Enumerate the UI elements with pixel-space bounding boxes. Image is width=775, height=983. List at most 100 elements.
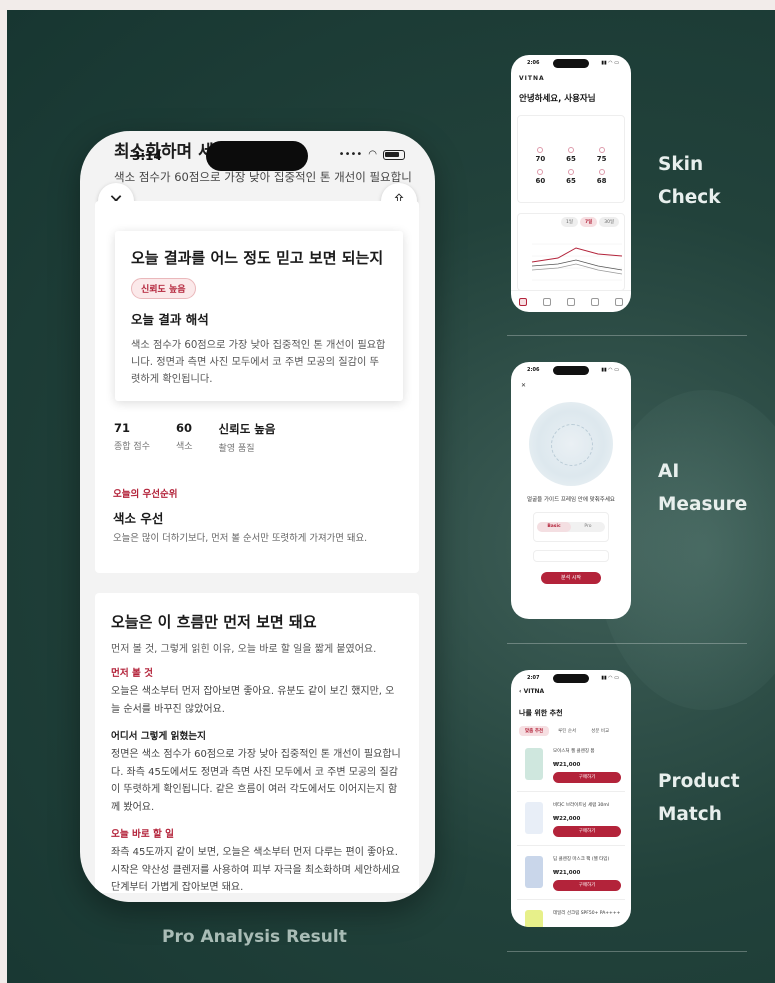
status-time: 3:14: [132, 149, 162, 163]
interpretation-body: 색소 점수가 60점으로 가장 낮아 집중적인 톤 개선이 필요합니다. 정면과…: [131, 340, 386, 385]
label-skin-check: Skin Check: [658, 154, 721, 208]
interpretation-heading: 오늘 결과 해석: [131, 312, 209, 327]
buy-button[interactable]: 구매하기: [553, 772, 621, 783]
mode-basic[interactable]: Basic: [537, 522, 571, 532]
mini-start-button[interactable]: 분석 시작: [541, 572, 601, 584]
product-thumbnail: [525, 802, 543, 834]
mini-time: 2:06: [527, 60, 540, 66]
mini-range-tabs: 1일 7일 30일: [561, 217, 620, 227]
mini-option-row[interactable]: [533, 550, 609, 562]
stat-total: 71 종합 점수: [106, 421, 158, 454]
product-item: 모이스처 젤 클렌징 폼 ₩21,000 구매하기: [517, 740, 625, 792]
stat-quality: 신뢰도 높음 촬영 품질: [211, 421, 284, 454]
product-thumbnail: [525, 748, 543, 780]
mini-close-icon[interactable]: ✕: [521, 382, 526, 389]
product-price: ₩21,000: [553, 762, 581, 768]
stat-pigment: 60 색소: [168, 421, 201, 454]
separator: [507, 335, 747, 336]
mini-status-icons: ▮▮ ◠ ▭: [601, 60, 619, 66]
label-ai-measure: AI Measure: [658, 461, 748, 515]
mini-score: 75: [586, 147, 617, 163]
priority-title: 색소 우선: [113, 511, 164, 526]
priority-label: 오늘의 우선순위: [113, 489, 178, 500]
caption-pro-analysis: Pro Analysis Result: [162, 927, 347, 947]
dynamic-island: [206, 141, 308, 171]
mini-score: 60: [525, 169, 556, 185]
wifi-icon: ◠: [368, 149, 377, 160]
product-item: 딥 클렌징 마스크 팩 (젤 타입) ₩21,000 구매하기: [517, 848, 625, 900]
separator: [507, 951, 747, 952]
mini-greeting: 안녕하세요, 사용자님: [519, 94, 596, 104]
label-product-match: Product Match: [658, 771, 740, 825]
gear-icon[interactable]: [591, 297, 599, 306]
flow-heading-reason: 어디서 그렇게 읽혔는지: [111, 731, 206, 742]
tab-1d[interactable]: 1일: [561, 217, 579, 227]
buy-button[interactable]: 구매하기: [553, 826, 621, 837]
mini-mode-toggle: Basic Pro: [537, 522, 605, 532]
signal-icon: ••••: [338, 149, 363, 160]
tab-ingredients[interactable]: 성분 비교: [585, 726, 615, 736]
score-stats: 71 종합 점수 60 색소 신뢰도 높음 촬영 품질: [106, 421, 283, 454]
mini-back-button[interactable]: ‹ VITNA: [519, 688, 544, 695]
buy-button[interactable]: 구매하기: [553, 880, 621, 891]
tab-30d[interactable]: 30일: [599, 217, 620, 227]
reliability-card: 오늘 결과를 어느 정도 믿고 보면 되는지 신뢰도 높음 오늘 결과 해석 색…: [115, 231, 403, 401]
product-price: ₩21,000: [553, 870, 581, 876]
mini-phone-product-match: 2:07 ▮▮ ◠ ▭ ‹ VITNA 나를 위한 추천 맞춤 추천 루틴 순서…: [511, 670, 631, 927]
flow-heading-todo: 오늘 바로 할 일: [111, 829, 174, 840]
flow-subtitle: 먼저 볼 것, 그렇게 읽힌 이유, 오늘 바로 할 일을 짧게 붙였어요.: [111, 644, 377, 655]
flow-title: 오늘은 이 흐름만 먼저 보면 돼요: [111, 613, 317, 631]
mini-dynamic-island: [553, 59, 589, 68]
face-scan-orb: [529, 402, 613, 486]
camera-icon[interactable]: [615, 297, 623, 306]
mini-recommend-title: 나를 위한 추천: [519, 709, 563, 717]
battery-icon: [383, 149, 405, 160]
scrolled-subtitle: 색소 점수가 60점으로 가장 낮아 집중적인 톤 개선이 필요합니: [114, 170, 412, 184]
mini-status-icons: ▮▮ ◠ ▭: [601, 367, 619, 373]
mini-score: 70: [525, 147, 556, 163]
mini-time: 2:06: [527, 367, 540, 373]
calendar-icon[interactable]: [543, 297, 551, 306]
priority-desc: 오늘은 많이 더하기보다, 먼저 볼 순서만 또렷하게 가져가면 돼요.: [113, 533, 368, 544]
mini-score: 68: [586, 169, 617, 185]
mini-dynamic-island: [553, 674, 589, 683]
showcase-background: 최소화하며 세안하세요 색소 점수가 60점으로 가장 낮아 집중적인 톤 개선…: [7, 10, 775, 983]
status-icons: •••• ◠: [339, 149, 405, 160]
home-icon[interactable]: [519, 297, 527, 306]
mini-bottom-nav: [511, 290, 631, 312]
today-flow-card: 오늘은 이 흐름만 먼저 보면 돼요 먼저 볼 것, 그렇게 읽힌 이유, 오늘…: [95, 593, 419, 893]
stat-value: 신뢰도 높음: [218, 422, 276, 436]
main-phone-screen: 최소화하며 세안하세요 색소 점수가 60점으로 가장 낮아 집중적인 톤 개선…: [80, 131, 435, 902]
chart-icon[interactable]: [567, 297, 575, 306]
stat-label: 색소: [175, 442, 193, 452]
stat-label: 촬영 품질: [218, 444, 255, 454]
mini-phone-skin-check: 2:06 ▮▮ ◠ ▭ VITNA 안녕하세요, 사용자님 70 65 75 6…: [511, 55, 631, 312]
flow-body-first: 오늘은 색소부터 먼저 잡아보면 좋아요. 유분도 같이 보긴 했지만, 오늘 …: [111, 686, 395, 715]
product-thumbnail: [525, 910, 543, 927]
product-price: ₩22,000: [553, 816, 581, 822]
tab-7d[interactable]: 7일: [580, 217, 598, 227]
product-name: 데일리 선크림 SPF50+ PA++++: [553, 911, 621, 916]
product-thumbnail: [525, 856, 543, 888]
flow-body-reason: 정면은 색소 점수가 60점으로 가장 낮아 집중적인 톤 개선이 필요합니다.…: [111, 749, 401, 813]
reliability-title: 오늘 결과를 어느 정도 믿고 보면 되는지: [131, 249, 384, 267]
mini-guide-text: 얼굴을 가이드 프레임 안에 맞춰주세요: [527, 497, 615, 503]
mini-dynamic-island: [553, 366, 589, 375]
flow-body-todo: 좌측 45도까지 같이 보면, 오늘은 색소부터 먼저 다루는 편이 좋아요. …: [111, 847, 401, 893]
stat-value: 60: [175, 421, 192, 435]
stat-label: 종합 점수: [114, 442, 150, 452]
tab-custom[interactable]: 맞춤 추천: [519, 726, 550, 736]
separator: [507, 643, 747, 644]
mini-score: 65: [556, 169, 587, 185]
mini-score: 65: [556, 147, 587, 163]
reliability-badge: 신뢰도 높음: [131, 278, 196, 299]
product-item: 데일리 선크림 SPF50+ PA++++: [517, 902, 625, 927]
product-item: 비타C 브라이트닝 세럼 30ml ₩22,000 구매하기: [517, 794, 625, 846]
mini-score-grid: 70 65 75 60 65 68: [525, 147, 617, 185]
mode-pro[interactable]: Pro: [571, 522, 605, 532]
product-name: 모이스처 젤 클렌징 폼: [553, 749, 595, 754]
tab-routine[interactable]: 루틴 순서: [552, 726, 582, 736]
flow-heading-first: 먼저 볼 것: [111, 668, 153, 679]
mini-logo: VITNA: [519, 75, 545, 82]
mini-phone-ai-measure: 2:06 ▮▮ ◠ ▭ ✕ 얼굴을 가이드 프레임 안에 맞춰주세요 Basic…: [511, 362, 631, 619]
